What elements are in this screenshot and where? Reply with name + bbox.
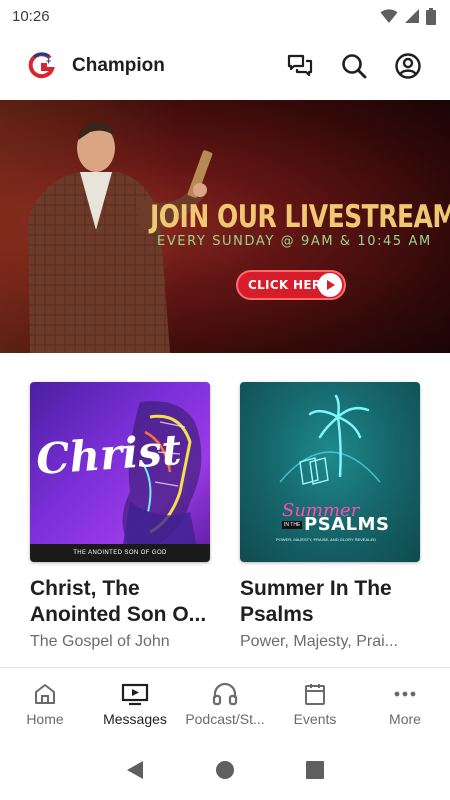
- nav-label-messages: Messages: [103, 711, 167, 727]
- nav-events[interactable]: Events: [270, 668, 360, 740]
- psalms-art-word-psalms: PSALMS: [304, 514, 390, 535]
- system-recents-button[interactable]: [306, 761, 325, 779]
- series-artwork: Summer IN THE PSALMS POWER, MAJESTY, PRA…: [240, 382, 420, 562]
- livestream-banner[interactable]: JOIN OUR LIVESTREAM SERVICE EVERY SUNDAY…: [0, 100, 450, 353]
- nav-label-podcast: Podcast/St...: [185, 711, 265, 727]
- psalms-artwork: [279, 394, 381, 485]
- account-icon: [395, 53, 421, 79]
- app-title: Champion: [72, 55, 165, 76]
- nav-home[interactable]: Home: [0, 668, 90, 740]
- nav-label-more: More: [389, 711, 421, 727]
- series-title: Summer In The Psalms: [240, 577, 392, 626]
- series-artwork: Christ THE ANOINTED SON OF GOD: [30, 382, 210, 562]
- cellular-signal-icon: [405, 9, 419, 23]
- bottom-nav: Home Messages Podcast/St... Events More: [0, 668, 450, 740]
- status-icons: [380, 7, 436, 25]
- search-button[interactable]: [338, 50, 370, 82]
- psalms-art-small: IN THE: [282, 521, 303, 529]
- christ-art-caption: THE ANOINTED SON OF GOD: [73, 550, 167, 556]
- series-subtitle: Power, Majesty, Prai...: [240, 633, 398, 650]
- nav-label-events: Events: [293, 711, 337, 727]
- svg-text:+: +: [46, 56, 51, 66]
- app-actions: [284, 50, 424, 82]
- battery-icon: [426, 7, 436, 25]
- home-icon: [35, 684, 55, 704]
- banner-subhead: EVERY SUNDAY @ 9AM & 10:45 AM: [157, 234, 432, 249]
- series-subtitle: The Gospel of John: [30, 633, 170, 650]
- tv-play-icon: [121, 683, 149, 706]
- recents-square-icon: [306, 761, 325, 779]
- chat-button[interactable]: [284, 50, 316, 82]
- series-list: Christ THE ANOINTED SON OF GOD Christ, T…: [30, 382, 430, 651]
- nav-label-home: Home: [26, 711, 64, 727]
- series-title: Christ, The Anointed Son O...: [30, 577, 207, 626]
- christ-caption-strip: THE ANOINTED SON OF GOD: [30, 544, 210, 562]
- play-arrow-icon: [318, 273, 342, 297]
- chat-icon: [287, 54, 313, 77]
- system-home-button[interactable]: [215, 760, 235, 780]
- back-triangle-icon: [126, 761, 143, 779]
- account-button[interactable]: [392, 50, 424, 82]
- wifi-icon: [380, 9, 398, 23]
- nav-more[interactable]: More: [360, 668, 450, 740]
- psalms-art-caption: POWER, MAJESTY, PRAISE, AND GLORY REVEAL…: [276, 537, 377, 542]
- series-card-psalms[interactable]: Summer IN THE PSALMS POWER, MAJESTY, PRA…: [240, 382, 420, 651]
- status-bar: 10:26: [0, 0, 450, 32]
- champion-logo: +: [28, 52, 55, 79]
- nav-podcast[interactable]: Podcast/St...: [180, 668, 270, 740]
- app-bar: + Champion: [0, 32, 450, 100]
- banner-headline: JOIN OUR LIVESTREAM SERVICE: [150, 198, 450, 235]
- calendar-icon: [305, 684, 325, 705]
- system-nav-bar: [0, 740, 450, 800]
- home-circle-icon: [215, 761, 234, 779]
- series-card-christ[interactable]: Christ THE ANOINTED SON OF GOD Christ, T…: [30, 382, 210, 651]
- search-icon: [342, 54, 367, 79]
- more-dots-icon: [394, 691, 416, 697]
- system-back-button[interactable]: [126, 760, 144, 780]
- christ-art-word: Christ: [34, 424, 183, 485]
- status-time: 10:26: [12, 7, 50, 25]
- nav-messages[interactable]: Messages: [90, 668, 180, 740]
- headphones-icon: [212, 682, 238, 706]
- click-here-button[interactable]: CLICK HERE: [236, 270, 346, 300]
